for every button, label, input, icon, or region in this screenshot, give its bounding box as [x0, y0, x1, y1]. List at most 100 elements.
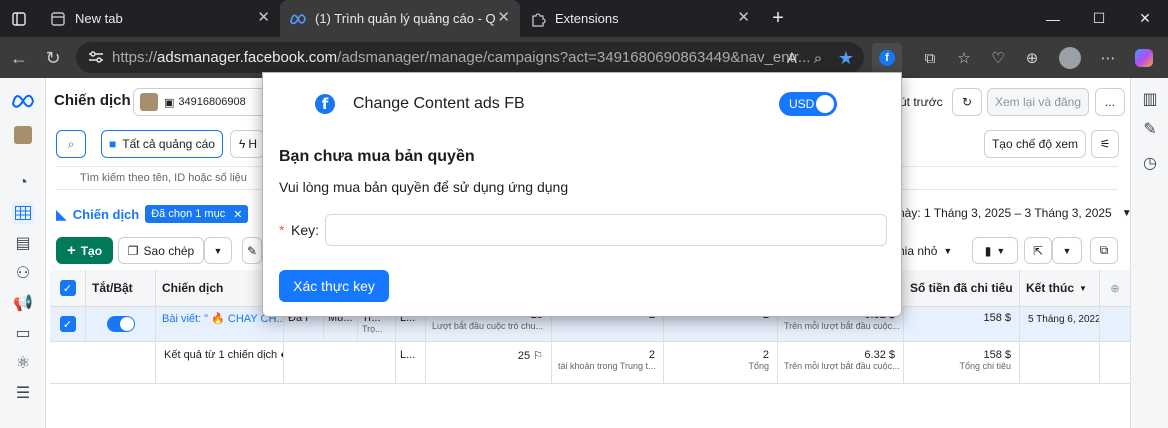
tab-label: New tab	[75, 11, 123, 26]
header-end[interactable]: Kết thúc ▼	[1020, 270, 1100, 306]
create-label: Tạo	[80, 243, 103, 258]
page-title: Chiến dịch	[54, 92, 131, 109]
close-tab-icon[interactable]: ✕	[257, 10, 270, 25]
business-graph-icon[interactable]: ⚛	[12, 352, 34, 374]
copilot-icon[interactable]	[1132, 46, 1156, 70]
report-icon: ▮	[984, 243, 992, 258]
caret-down-icon: ▼	[1079, 283, 1087, 293]
caret-down-icon: ▼	[213, 245, 223, 256]
summary-cost: 6.32 $ Trên mỗi lượt bắt đầu cuộc...	[778, 342, 904, 383]
megaphone-icon[interactable]: 📢	[12, 292, 34, 314]
selected-chip[interactable]: Đã chọn 1 mục ✕	[145, 205, 249, 223]
duplicate-dropdown[interactable]: ▼	[204, 237, 232, 264]
discard-button[interactable]: út trước	[900, 88, 948, 116]
pages-icon[interactable]: ▤	[12, 232, 34, 254]
campaigns-table-icon[interactable]	[12, 202, 34, 224]
create-button[interactable]: + Tạo	[56, 237, 113, 264]
favorites-icon[interactable]: ☆	[952, 46, 976, 70]
address-bar[interactable]: https://adsmanager.facebook.com/adsmanag…	[76, 42, 864, 73]
read-aloud-icon[interactable]: A	[780, 46, 804, 70]
reports-button[interactable]: ▮ ▼	[972, 237, 1018, 264]
currency-toggle[interactable]: USD	[779, 92, 837, 116]
review-publish-button[interactable]: Xem lại và đăng	[987, 88, 1089, 116]
more-menu-icon[interactable]: ⋯	[1096, 46, 1120, 70]
back-icon[interactable]: ←	[6, 45, 32, 71]
search-toggle-button[interactable]: ⌕	[56, 130, 86, 158]
maximize-icon[interactable]: ☐	[1076, 0, 1122, 37]
popup-title: Change Content ads FB	[353, 95, 525, 112]
browser-titlebar: New tab ✕ (1) Trình quản lý quảng cáo - …	[0, 0, 1168, 37]
export-button[interactable]: ⇱	[1024, 237, 1052, 264]
verify-key-button[interactable]: Xác thực key	[279, 270, 389, 302]
ad-account-selector[interactable]: ▣ 34916806908	[133, 88, 273, 116]
breakdown-button[interactable]: hia nhỏ ▼	[898, 237, 968, 264]
dashboard-gauge-icon[interactable]: ◔	[12, 172, 34, 194]
meta-logo-icon[interactable]	[12, 90, 34, 112]
chevron-down-icon: ▼	[1121, 207, 1132, 219]
bolt-icon: ϟ	[239, 137, 246, 151]
results-sub: Lượt bắt đầu cuộc trò chu...	[432, 321, 543, 331]
close-tab-icon[interactable]: ✕	[497, 10, 510, 25]
row-checkbox[interactable]: ✓	[50, 307, 86, 341]
refresh-button[interactable]: ↻	[952, 88, 982, 116]
currency-label: USD	[789, 97, 815, 111]
close-window-icon[interactable]: ✕	[1122, 0, 1168, 37]
date-range-picker[interactable]: này: 1 Tháng 3, 2025 – 3 Tháng 3, 2025 ▼	[898, 199, 1132, 227]
check-icon: ✓	[59, 316, 76, 332]
header-spent[interactable]: Số tiền đã chi tiêu▼	[904, 270, 1020, 306]
puzzle-icon	[530, 11, 546, 27]
new-tab-icon	[50, 11, 66, 27]
header-end-label: Kết thúc	[1026, 281, 1074, 295]
reload-icon[interactable]: ↻	[40, 45, 66, 71]
panel-icon[interactable]: ▥	[1139, 88, 1161, 110]
browser-essentials-icon[interactable]: ♡	[986, 46, 1010, 70]
favorite-star-icon[interactable]: ★	[834, 46, 858, 70]
add-column-icon[interactable]: ⊕	[1100, 270, 1130, 306]
extension-fb-icon[interactable]: f	[872, 43, 902, 73]
more-options-button[interactable]: ...	[1095, 88, 1125, 116]
filter-button[interactable]: ϟH	[230, 130, 264, 158]
date-range-label: này: 1 Tháng 3, 2025 – 3 Tháng 3, 2025	[898, 206, 1112, 220]
right-sidebar: ▥ ✎ ◷	[1130, 78, 1168, 428]
history-clock-icon[interactable]: ◷	[1139, 152, 1161, 174]
settings-sliders-button[interactable]: ⚟	[1091, 130, 1119, 158]
key-input[interactable]	[325, 214, 887, 246]
site-info-icon[interactable]	[88, 50, 104, 68]
extensions-puzzle-icon[interactable]: ⧉	[918, 46, 942, 70]
duplicate-button[interactable]: ❐ Sao chép	[118, 237, 204, 264]
header-toggle[interactable]: Tắt/Bật	[86, 270, 156, 306]
summary-reach-sub: tài khoản trong Trung t...	[558, 361, 656, 371]
cost-sub: Trên mỗi lượt bắt đầu cuộc...	[784, 321, 900, 331]
new-tab-plus-icon[interactable]: +	[762, 0, 794, 37]
tab-actions-icon[interactable]	[0, 0, 38, 37]
minimize-icon[interactable]: —	[1030, 0, 1076, 37]
account-avatar-icon[interactable]	[12, 124, 34, 146]
tab-new-tab[interactable]: New tab ✕	[40, 0, 280, 37]
tab-campaigns[interactable]: Chiến dịch	[73, 207, 139, 222]
campaign-toggle[interactable]	[86, 307, 156, 341]
zoom-icon[interactable]: ⌕	[806, 46, 830, 70]
edit-button[interactable]: ✎	[242, 237, 262, 264]
tab-extensions[interactable]: Extensions ✕	[520, 0, 760, 37]
close-tab-icon[interactable]: ✕	[737, 10, 750, 25]
plus-icon: +	[66, 242, 76, 259]
clear-selection-icon[interactable]: ✕	[233, 208, 242, 221]
menu-icon[interactable]: ☰	[12, 382, 34, 404]
profile-avatar-icon[interactable]	[1058, 46, 1082, 70]
summary-spacer	[284, 342, 396, 383]
tab-ads-manager[interactable]: (1) Trình quản lý quảng cáo - Quả ✕	[280, 0, 520, 37]
audiences-icon[interactable]: ⚇	[12, 262, 34, 284]
license-heading: Bạn chưa mua bản quyền	[279, 148, 475, 165]
campaign-folder-icon: ◣	[56, 205, 67, 222]
breakdown-label: hia nhỏ	[898, 243, 938, 258]
billing-card-icon[interactable]: ▭	[12, 322, 34, 344]
all-ads-button[interactable]: ■ Tất cả quảng cáo	[101, 130, 223, 158]
create-view-button[interactable]: Tạo chế độ xem	[984, 130, 1086, 158]
pencil-icon[interactable]: ✎	[1139, 118, 1161, 140]
chart-button[interactable]: ⧉	[1090, 237, 1118, 264]
summary-spent: 158 $ Tổng chi tiêu	[904, 342, 1020, 383]
collections-icon[interactable]: ⊕	[1020, 46, 1044, 70]
export-dropdown[interactable]: ▼	[1052, 237, 1082, 264]
spent-cell: 158 $	[904, 307, 1020, 341]
select-all-checkbox[interactable]: ✓	[50, 270, 86, 306]
